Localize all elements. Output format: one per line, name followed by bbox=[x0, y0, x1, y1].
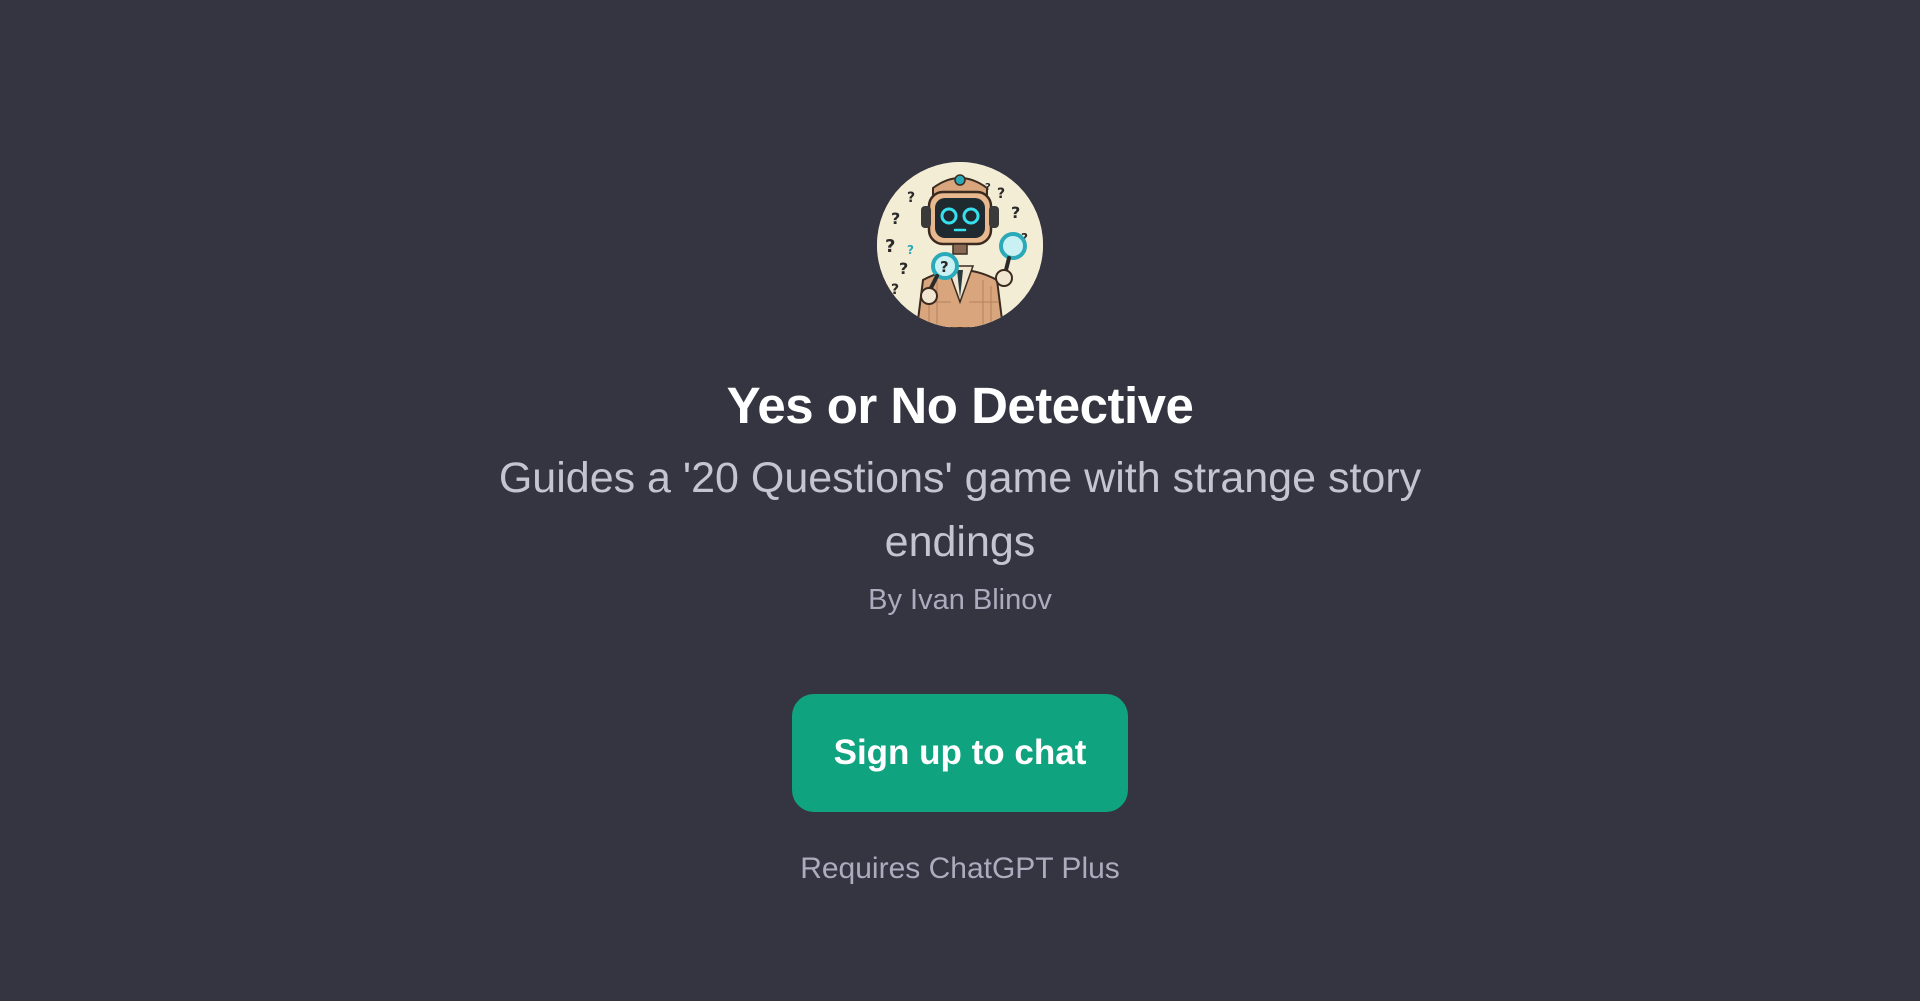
svg-text:?: ? bbox=[891, 282, 899, 298]
svg-text:?: ? bbox=[907, 243, 914, 257]
svg-text:?: ? bbox=[940, 258, 949, 276]
detective-robot-avatar-icon: ? ? ? ? ? ? ? ? ? ? bbox=[877, 162, 1043, 328]
svg-text:?: ? bbox=[907, 190, 915, 206]
gpt-landing-page: ? ? ? ? ? ? ? ? ? ? bbox=[0, 0, 1920, 1001]
svg-text:?: ? bbox=[1011, 203, 1020, 222]
signup-button[interactable]: Sign up to chat bbox=[792, 693, 1128, 812]
gpt-description: Guides a '20 Questions' game with strang… bbox=[498, 454, 1422, 567]
svg-text:?: ? bbox=[885, 236, 895, 257]
svg-text:?: ? bbox=[891, 209, 900, 228]
gpt-author: By Ivan Blinov bbox=[868, 584, 1052, 617]
svg-text:?: ? bbox=[899, 259, 908, 278]
gpt-title: Yes or No Detective bbox=[726, 377, 1194, 434]
plus-requirement-note: Requires ChatGPT Plus bbox=[800, 851, 1120, 885]
svg-text:?: ? bbox=[997, 186, 1005, 202]
